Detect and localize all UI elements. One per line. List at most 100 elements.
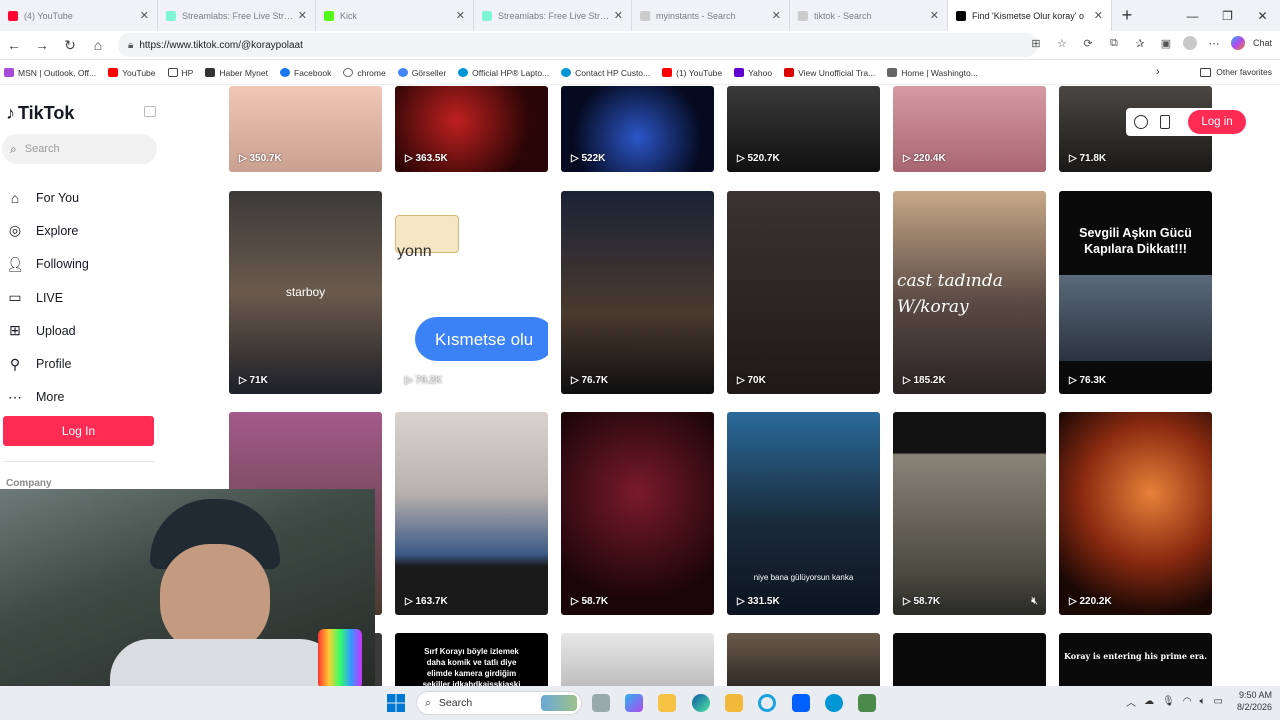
lock-icon[interactable]: 🔒︎ (128, 40, 133, 51)
video-tile[interactable]: ▷ 520.7K (727, 86, 880, 172)
new-tab-button[interactable]: + (1112, 5, 1142, 26)
url-bar[interactable]: 🔒︎ https://www.tiktok.com/@koraypolaat (118, 33, 1038, 57)
bookmark-item[interactable]: HP (167, 68, 193, 78)
browser-tab-active[interactable]: Find 'Kismetse Olur koray' o ✕ (948, 0, 1112, 31)
bookmark-item[interactable]: chrome (343, 68, 386, 78)
close-tab-icon[interactable]: ✕ (1094, 9, 1103, 22)
sidebar-item-live[interactable]: ▭ LIVE (4, 281, 89, 314)
chevron-right-icon[interactable]: › (1156, 66, 1160, 78)
wifi-icon[interactable]: ◠ (1183, 696, 1192, 707)
cloud-icon[interactable]: ☁ (1144, 696, 1154, 707)
video-tile[interactable]: ▷ 163.7K (395, 412, 548, 615)
sidebar-item-for-you[interactable]: ⌂ For You (4, 181, 89, 214)
sidebar-item-more[interactable]: ⋯ More (4, 381, 89, 414)
video-tile[interactable]: ▷ 363.5K (395, 86, 548, 172)
video-tile[interactable]: ▷ 522K (561, 86, 714, 172)
clock[interactable]: 9:50 AM 8/2/2026 (1237, 689, 1272, 713)
video-tile[interactable]: ▷ 220.2K (1059, 412, 1212, 615)
back-icon[interactable]: ← (0, 37, 28, 53)
company-heading[interactable]: Company (6, 478, 52, 489)
app-icon[interactable] (858, 694, 876, 712)
refresh-icon[interactable]: ↻ (56, 37, 84, 54)
search-input[interactable]: ⌕ Search (2, 134, 157, 164)
minimize-icon[interactable]: — (1175, 0, 1210, 31)
bookmark-item[interactable]: Home | Washingto... (887, 68, 978, 78)
close-tab-icon[interactable]: ✕ (298, 9, 307, 22)
video-tile[interactable]: ▷ 220.4K (893, 86, 1046, 172)
settings-more-icon[interactable]: ⋯ (1205, 37, 1223, 50)
favorite-star-icon[interactable]: ☆ (1053, 37, 1071, 50)
edge-icon[interactable] (692, 694, 710, 712)
extensions-icon[interactable]: ⟳ (1079, 37, 1097, 50)
favorites-icon[interactable]: ✰ (1131, 37, 1149, 50)
maximize-icon[interactable]: ❐ (1210, 0, 1245, 31)
video-tile[interactable] (727, 633, 880, 686)
collections-icon[interactable]: ▣ (1157, 37, 1175, 50)
chat-label[interactable]: Chat (1253, 38, 1272, 48)
bookmark-item[interactable]: View Unofficial Tra... (784, 68, 875, 78)
bookmark-item[interactable]: Yahoo (734, 68, 772, 78)
close-tab-icon[interactable]: ✕ (772, 9, 781, 22)
copilot-icon[interactable] (1230, 36, 1245, 50)
video-tile[interactable] (893, 633, 1046, 686)
video-tile[interactable]: ▷ 76.7K (561, 191, 714, 394)
video-tile[interactable]: ▷ 58.7K (561, 412, 714, 615)
close-tab-icon[interactable]: ✕ (614, 9, 623, 22)
file-explorer-icon[interactable] (658, 694, 676, 712)
video-tile[interactable]: Koray is entering his prime era. (1059, 633, 1212, 686)
video-tile[interactable]: niye bana gülüyorsun kanka ▷ 331.5K (727, 412, 880, 615)
sidebar-item-profile[interactable]: ⚲ Profile (4, 347, 89, 380)
speaker-icon[interactable]: 🔈︎ (1200, 696, 1206, 707)
other-favorites[interactable]: Other favorites (1200, 67, 1272, 77)
browser-tab[interactable]: Streamlabs: Free Live Stream ✕ (474, 0, 632, 31)
browser-tab[interactable]: Streamlabs: Free Live Stream ✕ (158, 0, 316, 31)
windows-start-icon[interactable] (387, 694, 405, 712)
bookmark-item[interactable]: Official HP® Lapto... (458, 68, 549, 78)
task-view-icon[interactable] (592, 694, 610, 712)
video-tile[interactable]: Sırf Korayı böyle izlemek daha komik ve … (395, 633, 548, 686)
profile-avatar-icon[interactable] (1182, 36, 1197, 50)
close-window-icon[interactable]: ✕ (1245, 0, 1280, 31)
header-login-button[interactable]: Log in (1188, 110, 1246, 134)
tiktok-logo[interactable]: ♪ TikTok (6, 103, 74, 124)
chevron-up-icon[interactable]: ︿ (1126, 694, 1136, 709)
close-tab-icon[interactable]: ✕ (930, 9, 939, 22)
video-tile[interactable]: Sevgili Aşkın Gücü Kapılara Dikkat!!! ▷ … (1059, 191, 1212, 394)
video-tile[interactable]: ▷ 58.7K 🔇︎ (893, 412, 1046, 615)
hp-icon[interactable] (825, 694, 843, 712)
store-icon[interactable] (725, 694, 743, 712)
video-tile[interactable]: ▷ 70K (727, 191, 880, 394)
bookmark-item[interactable]: Facebook (280, 68, 331, 78)
browser-tab[interactable]: (4) YouTube ✕ (0, 0, 158, 31)
home-icon[interactable]: ⌂ (84, 37, 112, 53)
app-available-icon[interactable]: ⊞ (1027, 37, 1045, 50)
coin-icon[interactable] (1134, 115, 1148, 129)
forward-icon[interactable]: → (28, 37, 56, 53)
bookmark-item[interactable]: YouTube (108, 68, 156, 78)
mute-icon[interactable]: 🔇︎ (1031, 595, 1038, 608)
bookmark-item[interactable]: Contact HP Custo... (561, 68, 650, 78)
battery-icon[interactable]: ▭ (1214, 696, 1223, 707)
video-tile[interactable]: cast tadında W/koray ▷ 185.2K (893, 191, 1046, 394)
bookmark-item[interactable]: MSN | Outlook, Off... (4, 68, 96, 78)
browser-tab[interactable]: myinstants - Search ✕ (632, 0, 790, 31)
cortana-icon[interactable] (758, 694, 776, 712)
copilot-icon[interactable] (625, 694, 643, 712)
dropbox-icon[interactable] (792, 694, 810, 712)
taskbar-search[interactable]: ⌕ Search (416, 691, 582, 715)
microphone-icon[interactable]: 🎙︎ (1162, 696, 1175, 707)
collapse-sidebar-icon[interactable] (144, 106, 156, 117)
video-tile[interactable]: ▷ 350.7K (229, 86, 382, 172)
bookmark-item[interactable]: Haber Mynet (205, 68, 268, 78)
video-tile[interactable]: starboy ▷ 71K (229, 191, 382, 394)
browser-tab[interactable]: tiktok - Search ✕ (790, 0, 948, 31)
sidebar-item-following[interactable]: 👤︎ Following (4, 248, 89, 281)
close-tab-icon[interactable]: ✕ (456, 9, 465, 22)
sidebar-item-upload[interactable]: ⊞ Upload (4, 314, 89, 347)
video-tile[interactable] (561, 633, 714, 686)
sidebar-item-explore[interactable]: ◎ Explore (4, 214, 89, 247)
bookmark-item[interactable]: (1) YouTube (662, 68, 722, 78)
browser-tab[interactable]: Kick ✕ (316, 0, 474, 31)
sidebar-login-button[interactable]: Log In (3, 416, 154, 446)
split-screen-icon[interactable]: ⧉ (1105, 37, 1123, 50)
